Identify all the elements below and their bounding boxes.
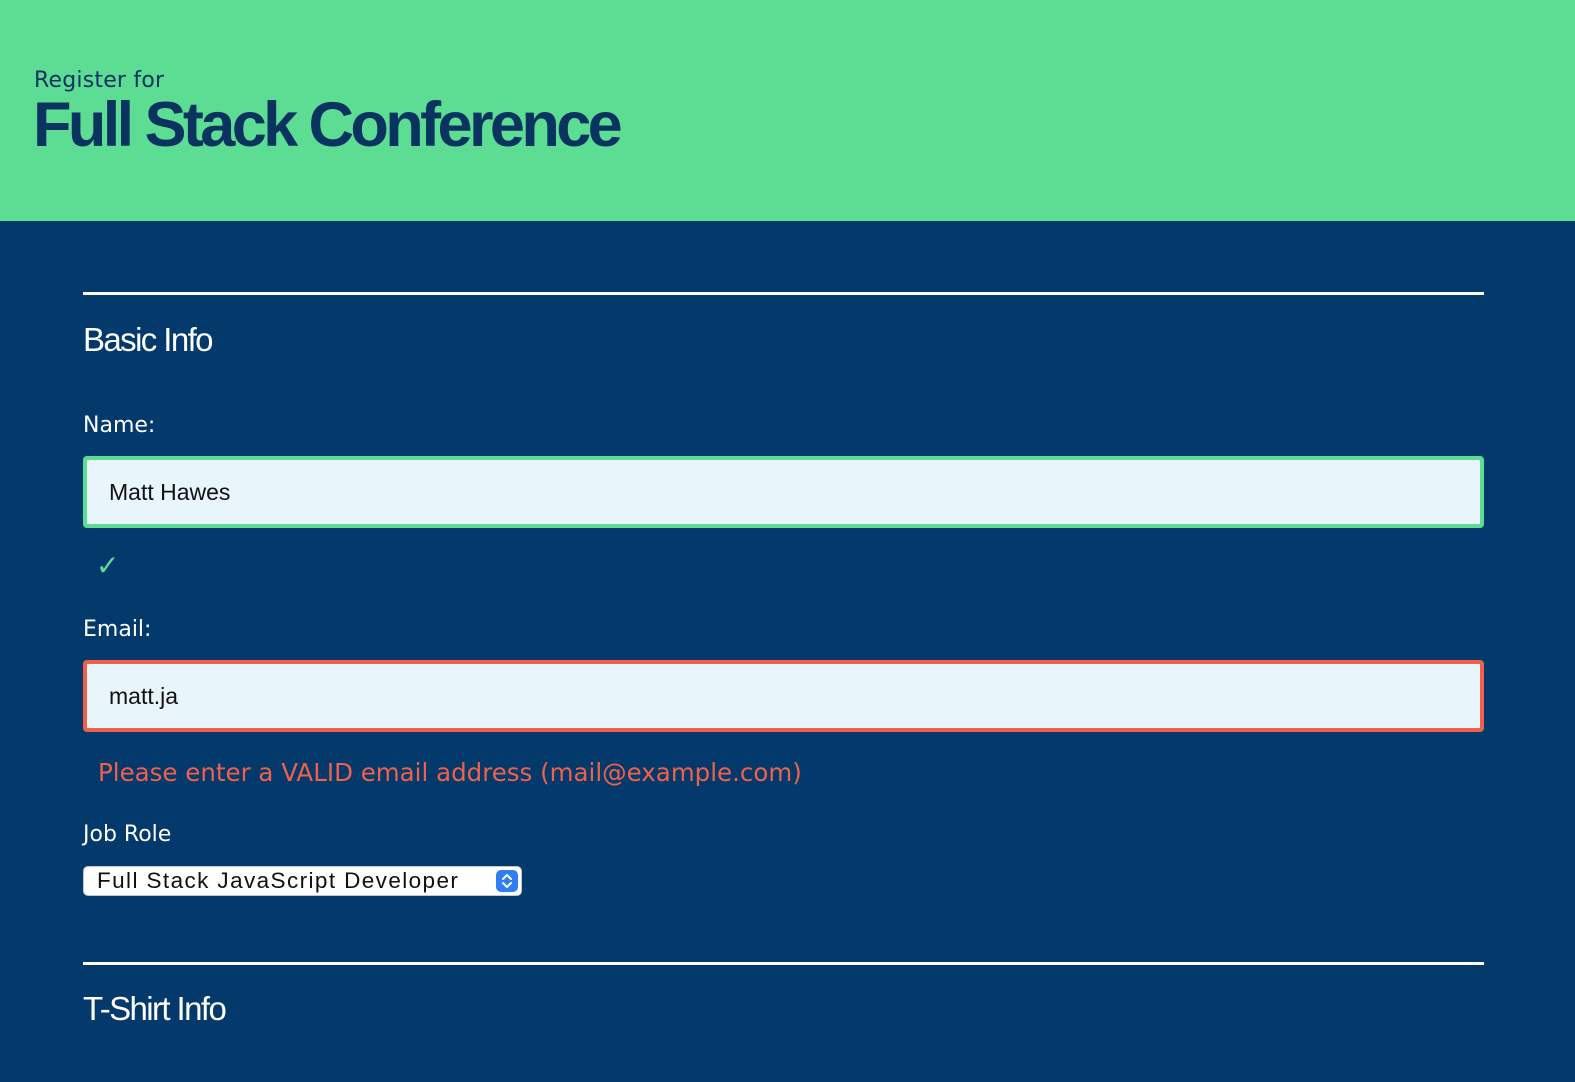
email-error-message: Please enter a VALID email address (mail… <box>98 758 802 787</box>
page-title: Full Stack Conference <box>33 90 623 160</box>
job-role-select[interactable]: Full Stack JavaScript Developer <box>83 866 522 896</box>
select-arrows-icon <box>496 870 518 892</box>
email-label: Email: <box>83 617 152 642</box>
name-input[interactable] <box>83 456 1484 528</box>
page-header: Register for Full Stack Conference <box>0 0 1575 221</box>
job-role-label: Job Role <box>83 822 172 847</box>
name-label: Name: <box>83 413 156 438</box>
basic-info-heading: Basic Info <box>83 321 214 358</box>
email-input[interactable] <box>83 660 1484 732</box>
check-icon: ✓ <box>96 549 120 582</box>
section-divider <box>83 292 1484 295</box>
job-role-selected-value: Full Stack JavaScript Developer <box>97 868 460 893</box>
section-divider <box>83 962 1484 965</box>
tshirt-info-heading: T-Shirt Info <box>83 990 227 1027</box>
